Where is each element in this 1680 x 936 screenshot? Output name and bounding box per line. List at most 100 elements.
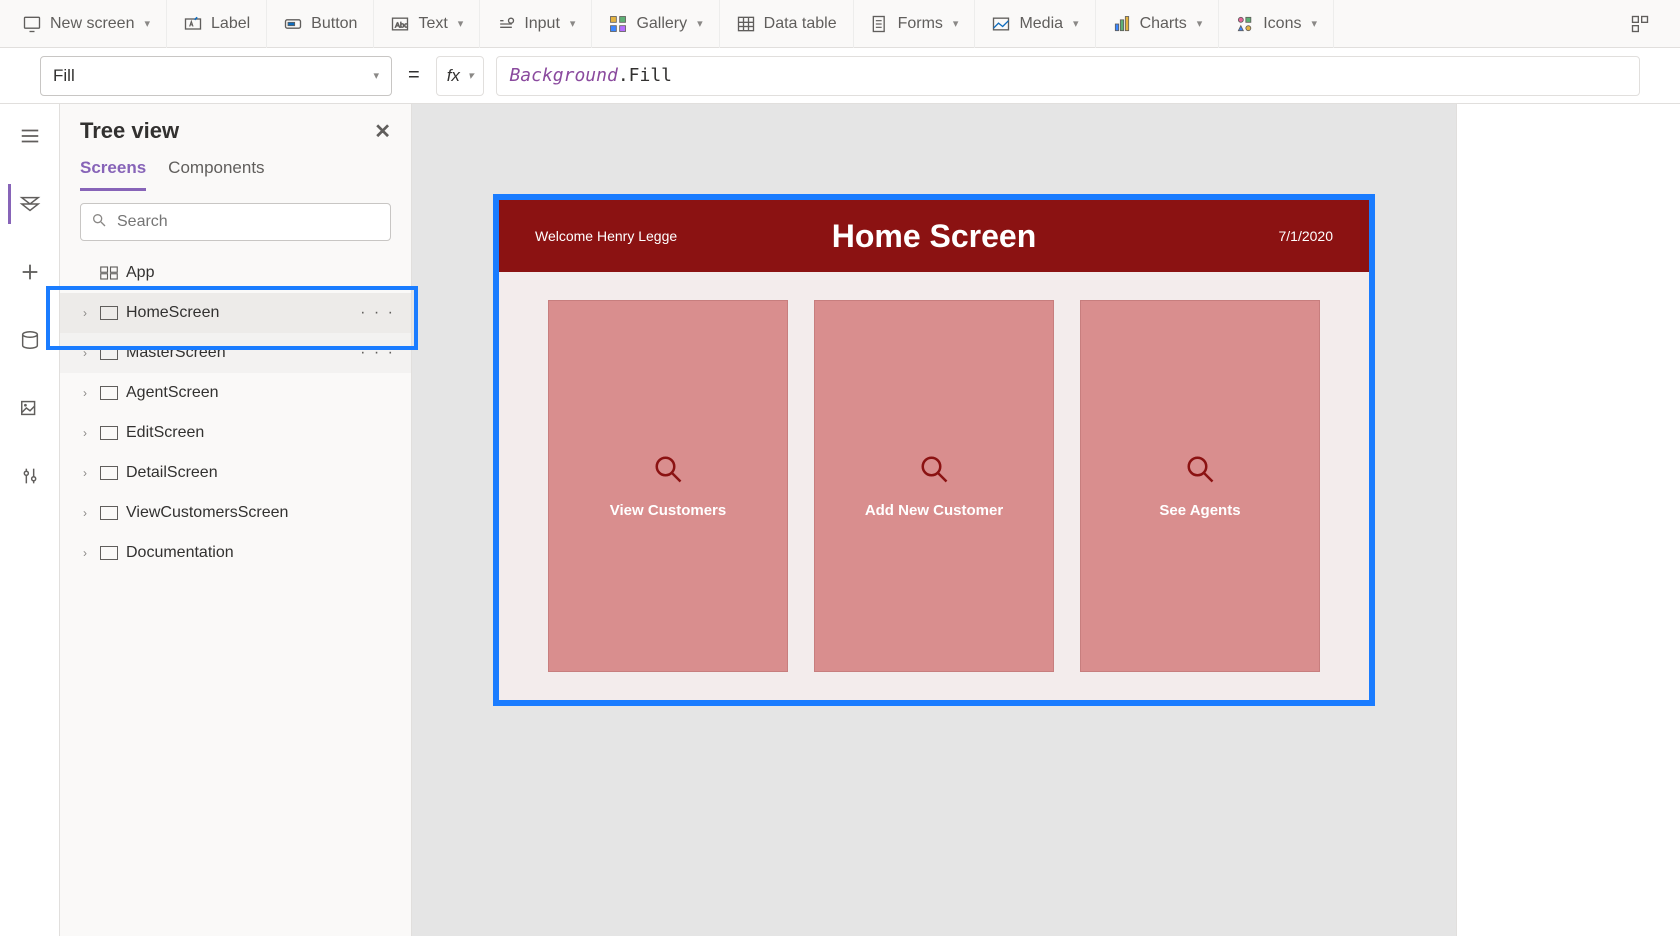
fx-label: fx	[447, 66, 460, 86]
data-table-button[interactable]: Data table	[720, 0, 854, 48]
tree-item-viewcustomersscreen[interactable]: ›ViewCustomersScreen· · ·	[60, 493, 411, 533]
tree-item-detailscreen[interactable]: ›DetailScreen· · ·	[60, 453, 411, 493]
properties-panel[interactable]	[1456, 104, 1680, 936]
media-label: Media	[1019, 15, 1063, 33]
tree-item-label: AgentScreen	[126, 384, 219, 402]
formula-input[interactable]: Background.Fill	[496, 56, 1640, 96]
chevron-right-icon[interactable]: ›	[78, 306, 92, 320]
property-selector-value: Fill	[53, 66, 75, 86]
home-card-view-customers[interactable]: View Customers	[548, 300, 788, 672]
chevron-down-icon: ▾	[570, 17, 576, 30]
screen-icon	[22, 14, 42, 34]
home-card-see-agents[interactable]: See Agents	[1080, 300, 1320, 672]
input-icon	[496, 14, 516, 34]
tree-item-label: DetailScreen	[126, 464, 218, 482]
text-button[interactable]: Abc Text ▾	[374, 0, 480, 48]
rail-insert[interactable]	[10, 252, 50, 292]
tree-item-label: App	[126, 264, 154, 282]
home-card-label: Add New Customer	[865, 502, 1003, 519]
rail-hamburger[interactable]	[10, 116, 50, 156]
chevron-right-icon[interactable]: ›	[78, 426, 92, 440]
charts-button[interactable]: Charts ▾	[1096, 0, 1220, 48]
rail-media[interactable]	[10, 388, 50, 428]
screen-icon	[100, 426, 118, 440]
tree-view-title: Tree view	[80, 118, 179, 144]
tree-item-app[interactable]: App· · ·	[60, 253, 411, 293]
tree-item-label: MasterScreen	[126, 344, 226, 362]
new-screen-label: New screen	[50, 15, 134, 33]
tree-search[interactable]	[80, 203, 391, 241]
workspace: Tree view ✕ Screens Components App· · ·›…	[0, 104, 1680, 936]
tree-item-homescreen[interactable]: › HomeScreen · · ·	[60, 293, 411, 333]
chevron-right-icon[interactable]: ›	[78, 466, 92, 480]
chevron-down-icon: ▾	[953, 17, 959, 30]
close-icon[interactable]: ✕	[374, 119, 391, 144]
tree-search-input[interactable]	[117, 213, 380, 231]
chevron-down-icon: ▾	[1197, 17, 1203, 30]
tree-view-panel: Tree view ✕ Screens Components App· · ·›…	[60, 104, 412, 936]
chevron-right-icon[interactable]: ›	[78, 506, 92, 520]
forms-icon	[870, 14, 890, 34]
label-label: Label	[211, 15, 250, 33]
tree-item-label: ViewCustomersScreen	[126, 504, 288, 522]
gallery-button[interactable]: Gallery ▾	[592, 0, 719, 48]
tree-item-label: Documentation	[126, 544, 234, 562]
forms-label: Forms	[898, 15, 943, 33]
search-icon	[91, 212, 107, 233]
screen-icon	[100, 386, 118, 400]
button-label: Button	[311, 15, 357, 33]
chevron-right-icon[interactable]: ›	[78, 346, 92, 360]
tree-item-masterscreen[interactable]: › MasterScreen · · ·	[60, 333, 411, 373]
rail-advanced[interactable]	[10, 456, 50, 496]
svg-text:Abc: Abc	[395, 20, 408, 29]
text-label: Text	[418, 15, 447, 33]
equals-sign: =	[404, 64, 424, 87]
gallery-label: Gallery	[636, 15, 687, 33]
media-button[interactable]: Media ▾	[975, 0, 1095, 48]
tab-components[interactable]: Components	[168, 158, 264, 191]
label-icon	[183, 14, 203, 34]
new-screen-button[interactable]: New screen ▾	[6, 0, 167, 48]
tree-item-documentation[interactable]: ›Documentation· · ·	[60, 533, 411, 573]
tab-screens[interactable]: Screens	[80, 158, 146, 191]
chevron-down-icon: ▾	[1311, 17, 1317, 30]
button-button[interactable]: Button	[267, 0, 374, 48]
screen-icon	[100, 346, 118, 360]
more-options-icon[interactable]: · · ·	[360, 304, 395, 322]
chevron-down-icon: ▾	[468, 69, 474, 82]
icons-label: Icons	[1263, 15, 1301, 33]
left-rail	[0, 104, 60, 936]
rail-data[interactable]	[10, 320, 50, 360]
canvas[interactable]: Welcome Henry Legge Home Screen 7/1/2020…	[412, 104, 1456, 936]
chevron-down-icon: ▾	[458, 17, 464, 30]
label-button[interactable]: Label	[167, 0, 267, 48]
table-icon	[736, 14, 756, 34]
tree-item-agentscreen[interactable]: ›AgentScreen· · ·	[60, 373, 411, 413]
tree-item-label: EditScreen	[126, 424, 204, 442]
chevron-right-icon[interactable]: ›	[78, 386, 92, 400]
screen-icon	[100, 546, 118, 560]
home-card-label: View Customers	[610, 502, 726, 519]
property-selector[interactable]: Fill ▾	[40, 56, 392, 96]
home-card-label: See Agents	[1159, 502, 1240, 519]
forms-button[interactable]: Forms ▾	[854, 0, 976, 48]
fx-button[interactable]: fx ▾	[436, 56, 485, 96]
chevron-right-icon[interactable]: ›	[78, 546, 92, 560]
gallery-icon	[608, 14, 628, 34]
rail-tree-view[interactable]	[8, 184, 48, 224]
icons-button[interactable]: Icons ▾	[1219, 0, 1334, 48]
tree-item-editscreen[interactable]: ›EditScreen· · ·	[60, 413, 411, 453]
icons-icon	[1235, 14, 1255, 34]
text-icon: Abc	[390, 14, 410, 34]
tree-item-label: HomeScreen	[126, 304, 219, 322]
chevron-down-icon: ▾	[1073, 17, 1079, 30]
tree-list: App· · · › HomeScreen · · · › MasterScreen · ·…	[60, 253, 411, 936]
magnifier-icon	[653, 454, 683, 484]
screen-preview[interactable]: Welcome Henry Legge Home Screen 7/1/2020…	[493, 194, 1375, 706]
more-options-icon[interactable]: · · ·	[360, 344, 395, 362]
input-button[interactable]: Input ▾	[480, 0, 592, 48]
home-title: Home Screen	[499, 218, 1369, 255]
home-card-add-new-customer[interactable]: Add New Customer	[814, 300, 1054, 672]
more-controls-button[interactable]	[1614, 0, 1674, 48]
insert-ribbon: New screen ▾ Label Button Abc Text ▾ Inp…	[0, 0, 1680, 48]
